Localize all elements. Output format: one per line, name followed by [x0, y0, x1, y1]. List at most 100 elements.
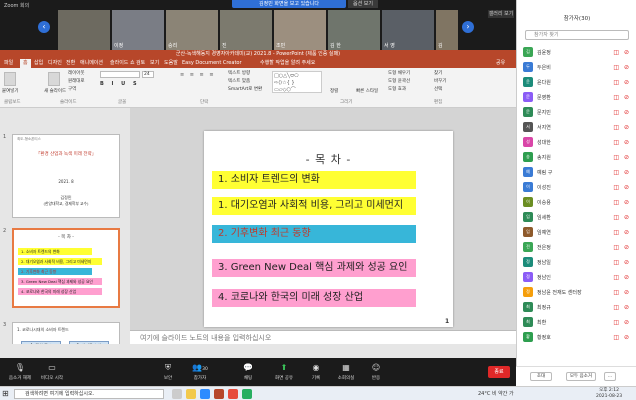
paste-button[interactable]: 붙여넣기 [2, 88, 19, 95]
unmute-button[interactable]: 🎙 음소거 해제 [4, 363, 36, 381]
menu-animations[interactable]: 애니메이션 [80, 59, 103, 68]
menu-home[interactable]: 홈 [20, 59, 31, 68]
quick-styles-button[interactable]: 빠른 스타일 [356, 88, 378, 95]
taskbar-clock[interactable]: 오후 2:12 2021-08-23 [596, 388, 622, 400]
tell-me-box[interactable]: 수행할 작업을 알려 주세요 [260, 59, 315, 68]
windows-start-icon[interactable]: ⊞ [2, 389, 11, 398]
video-tile[interactable]: 이정 [112, 10, 164, 50]
video-tile[interactable]: 김 [436, 10, 458, 50]
text-direction-button[interactable]: 텍스트 방향 [228, 70, 250, 77]
menu-slideshow[interactable]: 슬라이드 쇼 [110, 59, 135, 68]
task-view-icon[interactable] [172, 389, 182, 399]
mute-all-button[interactable]: 모두 음소거 [566, 372, 596, 381]
mic-off-icon: ⊘ [623, 259, 629, 266]
new-slide-button[interactable]: 새 슬라이드 [44, 88, 66, 95]
paragraph-buttons[interactable]: ≡ ≡ ≡ ≡ [180, 72, 216, 78]
new-slide-icon[interactable] [48, 72, 60, 86]
menu-review[interactable]: 검토 [136, 59, 145, 68]
menu-design[interactable]: 디자인 [48, 59, 62, 68]
view-options-button[interactable]: 옵션 보기 [348, 0, 378, 8]
font-size-box[interactable]: 24 [142, 71, 154, 78]
app-icon[interactable] [242, 389, 252, 399]
reset-button[interactable]: 원래대로 [68, 78, 85, 85]
font-format-buttons[interactable]: B I U S [100, 81, 140, 87]
arrange-button[interactable]: 정렬 [330, 88, 338, 95]
current-slide[interactable]: - 목 차 - 1. 소비자 트렌드의 변화 1. 대기오염과 사회적 비용, … [204, 131, 453, 327]
participant-row[interactable]: 황 황정호 ◫ ⊘ [523, 331, 631, 344]
smartart-button[interactable]: SmartArt로 변환 [228, 86, 262, 93]
security-button[interactable]: ⛨ 보안 [152, 363, 184, 381]
menu-insert[interactable]: 삽입 [34, 59, 43, 68]
menu-help[interactable]: 도움말 [164, 59, 178, 68]
lang-indicator[interactable]: 가 [509, 391, 514, 397]
participant-row[interactable]: 최 최정규 ◫ ⊘ [523, 301, 631, 314]
zoom-app-icon[interactable] [200, 389, 210, 399]
participant-row[interactable]: 임 임예연 ◫ ⊘ [523, 226, 631, 239]
prev-page-icon[interactable]: ‹ [38, 21, 50, 33]
participant-name: 문영환 [537, 95, 551, 101]
section-button[interactable]: 구역 [68, 86, 76, 93]
menu-view[interactable]: 보기 [150, 59, 159, 68]
share-button[interactable]: 공유 [496, 59, 505, 68]
chat-button[interactable]: 💬 채팅 [232, 363, 264, 381]
shape-fill-button[interactable]: 도형 채우기 [388, 70, 410, 77]
participant-row[interactable]: 문 문지민 ◫ ⊘ [523, 106, 631, 119]
participant-row[interactable]: 서 서지연 ◫ ⊘ [523, 121, 631, 134]
slide-thumbnail-selected[interactable]: - 목 차 - 1. 소비자 트렌드의 변화 2. 대기오염과 사회적 비용, … [12, 228, 120, 308]
next-page-icon[interactable]: › [462, 21, 474, 33]
participant-row[interactable]: 두 두은비 ◫ ⊘ [523, 61, 631, 74]
shape-effects-button[interactable]: 도형 효과 [388, 86, 406, 93]
video-tile[interactable]: 진 [220, 10, 272, 50]
breakout-rooms-button[interactable]: ▦ 소회의실 [330, 363, 362, 381]
participant-row[interactable]: 이 이성진 ◫ ⊘ [523, 181, 631, 194]
menu-easy-document[interactable]: Easy Document Creator [182, 59, 242, 68]
app-icon[interactable] [228, 389, 238, 399]
record-button[interactable]: ◉ 기록 [300, 363, 332, 381]
participant-row[interactable]: 정 정남일 ◫ ⊘ [523, 256, 631, 269]
participant-row[interactable]: 예 예림 구 ◫ ⊘ [523, 166, 631, 179]
text-align-button[interactable]: 텍스트 맞춤 [228, 78, 250, 85]
select-button[interactable]: 선택 [434, 86, 442, 93]
participant-row[interactable]: 정 정남윤 전재도 센터장 ◫ ⊘ [523, 286, 631, 299]
participants-button[interactable]: 👥30 참가자 [184, 363, 216, 381]
gallery-view-button[interactable]: 갤러리 보기 [488, 10, 514, 18]
replace-button[interactable]: 바꾸기 [434, 78, 446, 85]
more-button[interactable]: ... [604, 372, 616, 381]
powerpoint-app-icon[interactable] [214, 389, 224, 399]
start-video-button[interactable]: ▭ 비디오 시작 [36, 363, 68, 381]
participant-row[interactable]: 이 이승용 ◫ ⊘ [523, 196, 631, 209]
participant-row[interactable]: 송 송지원 ◫ ⊘ [523, 151, 631, 164]
video-tile[interactable]: 승리 [166, 10, 218, 50]
invite-button[interactable]: 초대 [530, 372, 552, 381]
menu-file[interactable]: 파일 [4, 59, 13, 68]
video-tile[interactable]: 김 한 [328, 10, 380, 50]
file-explorer-icon[interactable] [186, 389, 196, 399]
shape-gallery[interactable]: □○△╲⬭⬠ ⇨⟨⟩☆{ } ▭▱◇⬡⌒ [272, 71, 322, 93]
participant-row[interactable]: 전 전은정 ◫ ⊘ [523, 241, 631, 254]
participant-row[interactable]: 윤 윤다원 ◫ ⊘ [523, 76, 631, 89]
video-tile[interactable]: 조민 [274, 10, 326, 50]
slide-thumbnail[interactable]: 최도-형소폰티스 「환경 산업과 녹색 미래 전략」 2021. 8 김정민 (… [12, 134, 120, 218]
menu-transitions[interactable]: 전환 [66, 59, 75, 68]
reactions-button[interactable]: ☺ 반응 [360, 363, 392, 381]
weather-status[interactable]: 24°C 비 약간 가 [478, 390, 514, 397]
shape-outline-button[interactable]: 도형 윤곽선 [388, 78, 410, 85]
paste-icon[interactable] [4, 72, 16, 86]
video-tile[interactable] [58, 10, 110, 50]
participant-search-input[interactable]: 참가자 찾기 [525, 30, 629, 40]
find-button[interactable]: 찾기 [434, 70, 442, 77]
group-font: 글꼴 [118, 100, 127, 105]
participant-row[interactable]: 김 김윤정 ◫ ⊘ [523, 46, 631, 59]
end-meeting-button[interactable]: 종료 [488, 366, 510, 378]
participant-row[interactable]: 문 문영환 ◫ ⊘ [523, 91, 631, 104]
participant-row[interactable]: 최 최환 ◫ ⊘ [523, 316, 631, 329]
video-tile[interactable]: 서 영 [382, 10, 434, 50]
taskbar-search-input[interactable]: 검색하려면 여기에 입력하십시오. [14, 389, 164, 399]
participant-row[interactable]: 정 정남인 ◫ ⊘ [523, 271, 631, 284]
participant-row[interactable]: 성 성대한 ◫ ⊘ [523, 136, 631, 149]
notes-input[interactable]: 여기에 슬라이드 노트의 내용을 입력하십시오 [130, 330, 516, 344]
share-screen-button[interactable]: ⬆ 화면 공유 [266, 363, 302, 381]
font-name-box[interactable] [100, 71, 140, 78]
participant-row[interactable]: 임 임세환 ◫ ⊘ [523, 211, 631, 224]
layout-button[interactable]: 레이아웃 [68, 70, 85, 77]
